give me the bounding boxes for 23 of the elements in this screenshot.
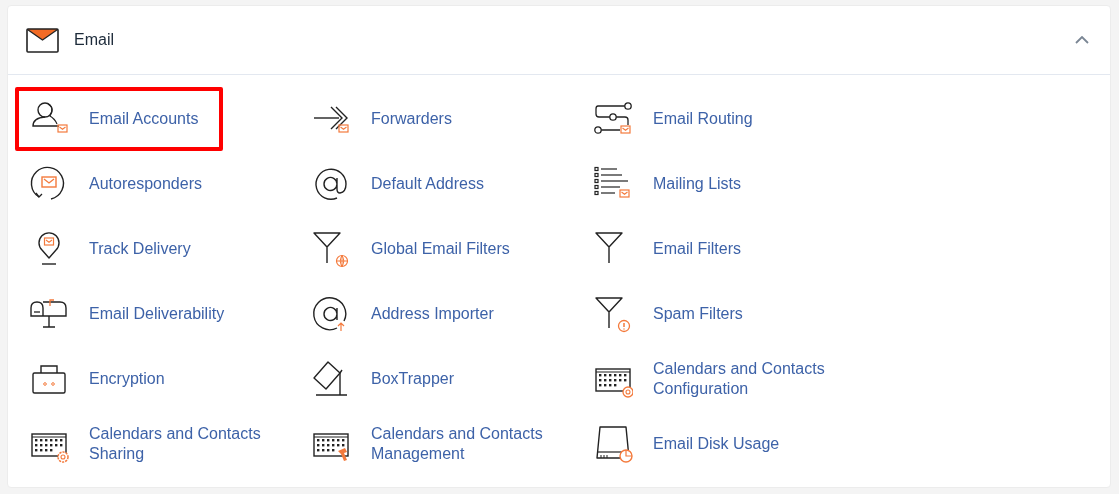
tool-link[interactable]: Track Delivery — [15, 217, 291, 281]
tool-link[interactable]: Email Deliverability — [15, 282, 291, 346]
envelope-icon — [26, 27, 59, 53]
tool-link[interactable]: Spam Filters — [579, 282, 855, 346]
tool-link[interactable]: Email Routing — [579, 87, 855, 151]
tool-link[interactable]: Email Accounts — [15, 87, 223, 151]
tool-link[interactable]: Email Disk Usage — [579, 412, 855, 476]
tool-link[interactable]: Calendars and Contacts Configuration — [579, 347, 855, 411]
tool-link[interactable]: Calendars and Contacts Sharing — [15, 412, 291, 476]
warning-filter-icon — [593, 294, 633, 334]
tool-link[interactable]: Global Email Filters — [297, 217, 573, 281]
tool-link[interactable]: Default Address — [297, 152, 573, 216]
tool-link[interactable]: Address Importer — [297, 282, 573, 346]
panel-title: Email — [74, 30, 114, 50]
tool-link[interactable]: Encryption — [15, 347, 291, 411]
tool-link[interactable]: Forwarders — [297, 87, 573, 151]
globe-filter-icon — [311, 229, 351, 269]
tool-link[interactable]: BoxTrapper — [297, 347, 573, 411]
disk-pie-icon — [593, 424, 633, 464]
tool-link[interactable]: Email Filters — [579, 217, 855, 281]
tool-link[interactable]: Mailing Lists — [579, 152, 855, 216]
tool-link[interactable]: Calendars and Contacts Management — [297, 412, 573, 476]
tool-link[interactable]: Autoresponders — [15, 152, 291, 216]
